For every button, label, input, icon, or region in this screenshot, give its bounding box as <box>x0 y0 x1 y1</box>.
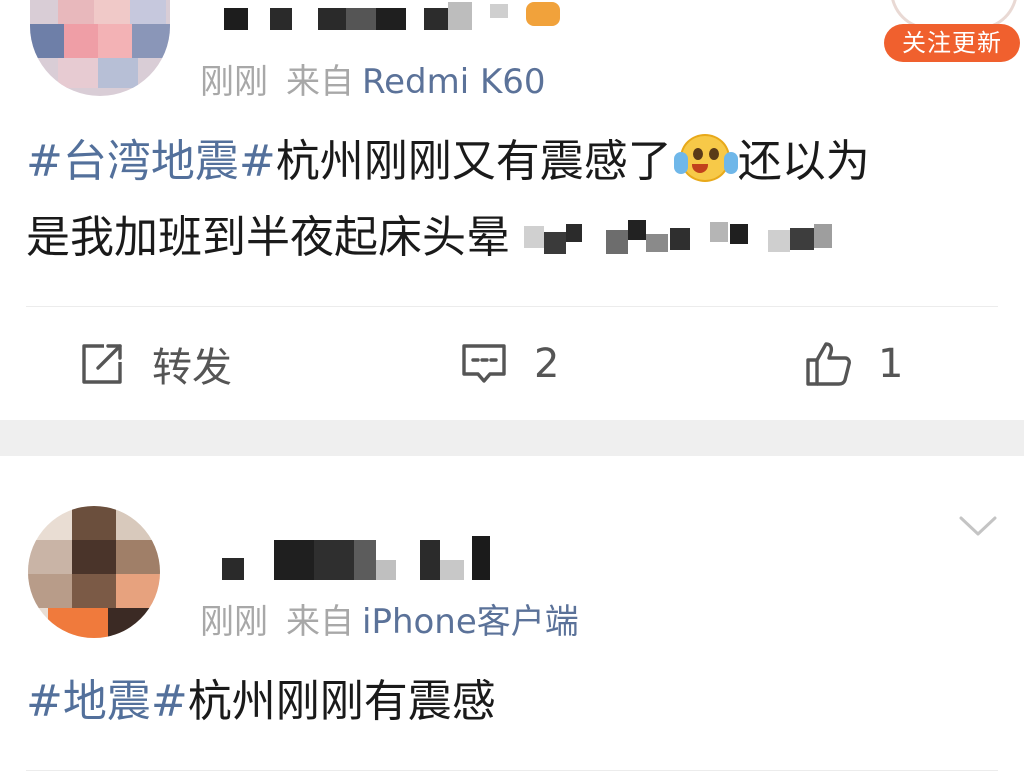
topic-tag[interactable]: #地震# <box>26 676 188 727</box>
content-divider <box>26 306 998 307</box>
username-blurred[interactable] <box>224 2 564 32</box>
source-prefix: 来自 <box>286 602 354 642</box>
topic-tag[interactable]: #台湾地震# <box>26 136 276 187</box>
comment-count: 2 <box>534 341 560 387</box>
post-meta: 刚刚 来自 Redmi K60 <box>200 54 546 103</box>
post-card: 刚刚 来自 iPhone客户端 #地震#杭州刚刚有震感 <box>0 456 1024 774</box>
chevron-down-icon[interactable] <box>958 512 998 542</box>
repost-button[interactable]: 转发 <box>78 336 232 392</box>
feed-separator <box>0 420 1024 456</box>
post-card: 刚刚 来自 Redmi K60 关注更新 #台湾地震#杭州刚刚又有震感了 还以为 是我… <box>0 0 1024 420</box>
username-blurred[interactable] <box>222 536 492 582</box>
user-avatar[interactable] <box>28 506 160 638</box>
source-device[interactable]: Redmi K60 <box>362 62 546 102</box>
post-text-cont: 还以为 <box>737 136 870 187</box>
follow-update-button[interactable]: 关注更新 <box>884 24 1020 62</box>
censored-text-mosaic <box>510 210 840 260</box>
post-text: 杭州刚刚又有震感了 <box>275 136 672 187</box>
like-button[interactable]: 1 <box>804 336 903 392</box>
post-meta: 刚刚 来自 iPhone客户端 <box>200 594 579 643</box>
post-time: 刚刚 <box>200 602 268 642</box>
thumbs-up-icon <box>804 340 852 388</box>
post-text-line2: 是我加班到半夜起床头晕 <box>26 212 510 263</box>
comment-button[interactable]: 2 <box>460 336 559 392</box>
user-avatar[interactable] <box>30 0 170 96</box>
repost-label: 转发 <box>152 345 232 391</box>
source-device[interactable]: iPhone客户端 <box>362 602 579 642</box>
content-divider <box>26 770 998 771</box>
like-count: 1 <box>878 341 904 387</box>
post-text: 杭州刚刚有震感 <box>187 676 496 727</box>
follow-update-badge[interactable]: 关注更新 <box>884 0 1024 62</box>
source-prefix: 来自 <box>286 62 354 102</box>
post-content: #台湾地震#杭州刚刚又有震感了 还以为 是我加班到半夜起床头晕 <box>26 124 870 276</box>
post-content: #地震#杭州刚刚有震感 <box>26 664 496 740</box>
repost-icon <box>78 340 126 388</box>
comment-icon <box>460 340 508 388</box>
laughing-crying-face-icon <box>673 134 738 184</box>
post-time: 刚刚 <box>200 62 268 102</box>
